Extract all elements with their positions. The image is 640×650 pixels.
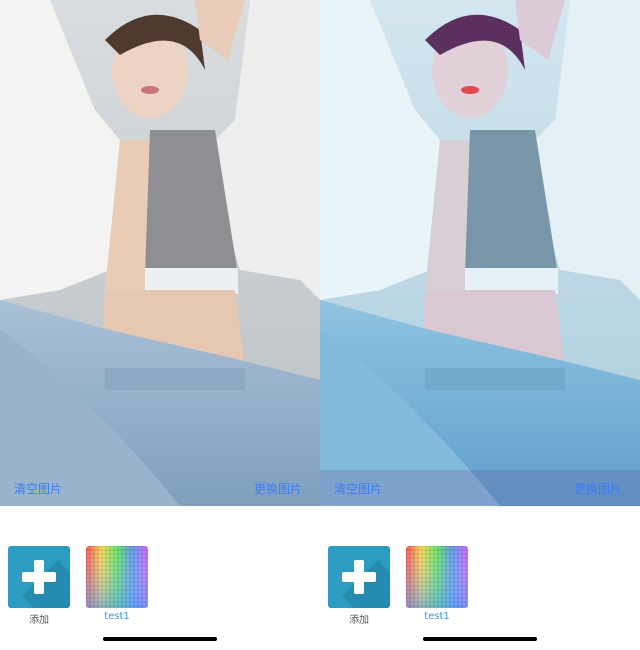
photo-filtered: 清空图片 更换图片 <box>320 0 640 506</box>
pane-original: 清空图片 更换图片 添加 test1 <box>0 0 320 650</box>
filter-list: 添加 test1 <box>328 546 468 626</box>
clear-images-button[interactable]: 清空图片 <box>334 480 382 497</box>
color-grid-lut-icon <box>86 546 148 608</box>
filter-item-test1[interactable]: test1 <box>86 546 148 626</box>
photo-original: 清空图片 更换图片 <box>0 0 320 506</box>
filter-label: test1 <box>104 611 130 622</box>
plus-icon <box>342 560 390 608</box>
filter-label: 添加 <box>29 615 49 626</box>
filter-item-add[interactable]: 添加 <box>8 546 70 626</box>
change-image-button[interactable]: 更换图片 <box>574 480 622 497</box>
plus-icon <box>22 560 70 608</box>
screen: 清空图片 更换图片 添加 test1 清空图片 更换图片 添加 test1 <box>0 0 640 650</box>
home-indicator[interactable] <box>423 637 537 641</box>
filter-label: 添加 <box>349 615 369 626</box>
filter-item-add[interactable]: 添加 <box>328 546 390 626</box>
home-indicator[interactable] <box>103 637 217 641</box>
add-button[interactable] <box>328 546 390 608</box>
add-button[interactable] <box>8 546 70 608</box>
filter-label: test1 <box>424 611 450 622</box>
change-image-button[interactable]: 更换图片 <box>254 480 302 497</box>
clear-images-button[interactable]: 清空图片 <box>14 480 62 497</box>
pane-filtered: 清空图片 更换图片 添加 test1 <box>320 0 640 650</box>
color-grid-lut-icon <box>406 546 468 608</box>
filter-item-test1[interactable]: test1 <box>406 546 468 626</box>
filter-list: 添加 test1 <box>8 546 148 626</box>
